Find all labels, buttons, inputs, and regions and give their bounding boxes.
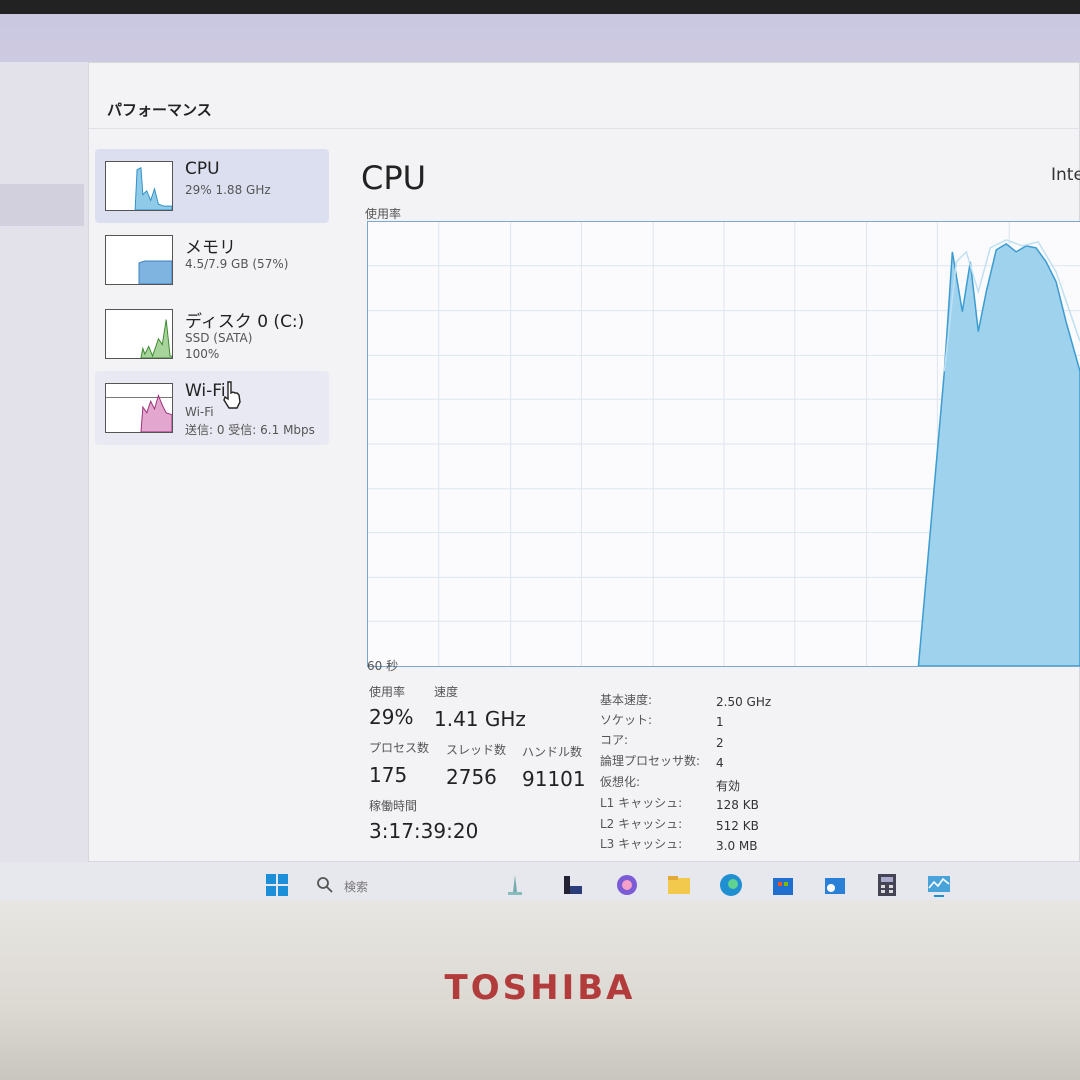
search-icon (317, 877, 333, 893)
sidebar-item-detail-2: 送信: 0 受信: 6.1 Mbps (185, 423, 315, 437)
spec-value: 2 (716, 736, 724, 750)
sidebar-item-label: メモリ (185, 238, 236, 258)
processes-value: 175 (369, 763, 408, 787)
handles-label: ハンドル数 (522, 745, 583, 759)
spec-label: L2 キャッシュ: (600, 817, 683, 831)
graph-time-label: 60 秒 (367, 659, 399, 673)
cpu-usage-graph (367, 221, 1080, 667)
spec-value: 1 (716, 715, 724, 729)
sidebar-item-disk[interactable]: ディスク 0 (C:) SSD (SATA) 100% (95, 297, 329, 371)
sidebar-item-label: ディスク 0 (C:) (185, 312, 305, 332)
widgets-icon[interactable] (502, 872, 528, 898)
handles-value: 91101 (522, 767, 586, 791)
cpu-usage-area (917, 242, 1080, 666)
copilot-icon[interactable] (614, 872, 640, 898)
file-explorer-icon[interactable] (666, 872, 692, 898)
spec-label: L3 キャッシュ: (600, 837, 683, 851)
screen-bezel (0, 0, 1080, 14)
sidebar-item-detail: 4.5/7.9 GB (57%) (185, 257, 289, 271)
cpu-heading: CPU (361, 159, 427, 197)
threads-label: スレッド数 (446, 743, 507, 757)
store-icon[interactable] (770, 872, 796, 898)
sidebar-item-memory[interactable]: メモリ 4.5/7.9 GB (57%) (95, 223, 329, 297)
spec-label: 基本速度: (600, 693, 653, 707)
speed-label: 速度 (434, 685, 459, 699)
wifi-thumbnail (105, 383, 173, 433)
spec-value: 512 KB (716, 819, 759, 833)
processes-label: プロセス数 (369, 741, 430, 755)
spec-value: 3.0 MB (716, 839, 758, 853)
page-title: パフォーマンス (107, 101, 212, 119)
spec-label: コア: (600, 733, 629, 747)
memory-thumbnail (105, 235, 173, 285)
uptime-value: 3:17:39:20 (369, 819, 479, 843)
task-view-icon[interactable] (560, 872, 586, 898)
spec-value: 128 KB (716, 798, 759, 812)
usage-label: 使用率 (369, 685, 406, 699)
task-manager-icon[interactable] (926, 872, 952, 898)
cpu-thumbnail (105, 161, 173, 211)
spec-label: 論理プロセッサ数: (600, 754, 701, 768)
task-manager-nav-strip (0, 62, 88, 862)
sidebar-item-wifi[interactable]: Wi-Fi Wi-Fi 送信: 0 受信: 6.1 Mbps (95, 371, 329, 445)
nav-strip-selected[interactable] (0, 184, 84, 226)
sidebar-item-cpu[interactable]: CPU 29% 1.88 GHz (95, 149, 329, 223)
task-manager-window: パフォーマンス CPU 29% 1.88 GHz メモリ 4.5/7.9 GB … (88, 62, 1080, 862)
sidebar-item-detail: SSD (SATA) (185, 331, 253, 345)
spec-label: ソケット: (600, 713, 653, 727)
sidebar-item-detail: 29% 1.88 GHz (185, 183, 271, 197)
sidebar-item-detail-2: 100% (185, 347, 220, 361)
graph-usage-label: 使用率 (365, 207, 402, 221)
edge-browser-icon[interactable] (718, 872, 744, 898)
spec-label: L1 キャッシュ: (600, 796, 683, 810)
windows-start-icon[interactable] (264, 872, 290, 898)
outlook-icon[interactable] (822, 872, 848, 898)
speed-value: 1.41 GHz (434, 707, 526, 731)
search-label: 検索 (344, 880, 369, 894)
spec-value: 2.50 GHz (716, 695, 772, 709)
threads-value: 2756 (446, 765, 497, 789)
spec-value: 有効 (716, 779, 741, 793)
laptop-brand-logo: TOSHIBA (444, 968, 636, 1008)
disk-thumbnail (105, 309, 173, 359)
spec-value: 4 (716, 756, 724, 770)
sidebar-item-detail: Wi-Fi (185, 405, 214, 419)
title-bar: パフォーマンス (89, 63, 1080, 129)
taskbar-search[interactable]: 検索 (310, 872, 450, 898)
sidebar-item-label: CPU (185, 159, 220, 179)
spec-label: 仮想化: (600, 775, 641, 789)
usage-value: 29% (369, 705, 414, 729)
hand-cursor-icon (223, 381, 241, 409)
calculator-icon[interactable] (874, 872, 900, 898)
cpu-model-name: Inte (1051, 165, 1080, 185)
uptime-label: 稼働時間 (369, 799, 418, 813)
